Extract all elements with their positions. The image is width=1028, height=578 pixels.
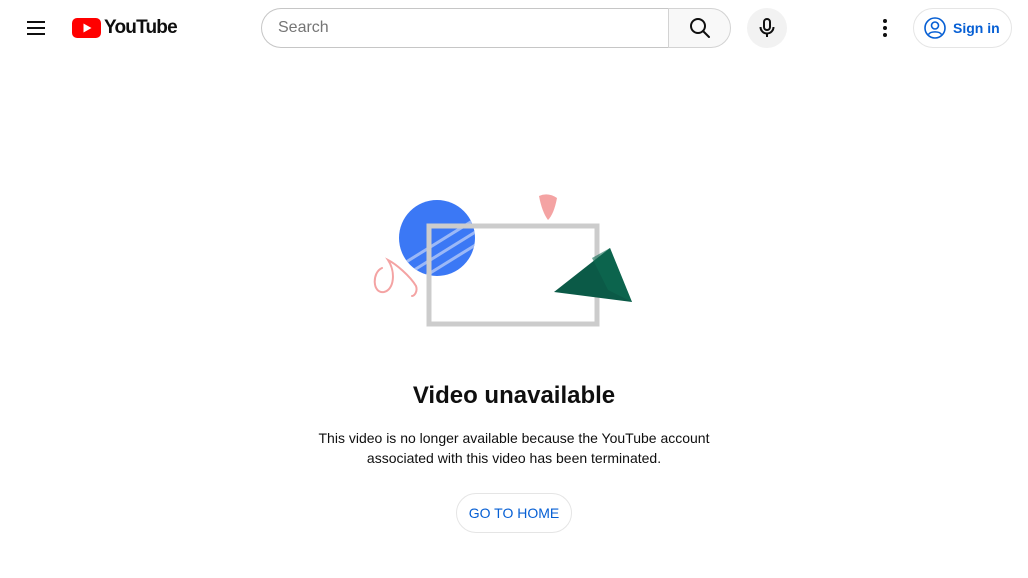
sign-in-label: Sign in bbox=[953, 20, 1000, 36]
go-to-home-button[interactable]: GO TO HOME bbox=[456, 493, 572, 533]
search-box bbox=[261, 8, 731, 48]
search-input[interactable] bbox=[261, 8, 668, 48]
error-title: Video unavailable bbox=[412, 382, 616, 409]
vertical-dots-icon bbox=[883, 19, 887, 37]
video-unavailable-illustration bbox=[373, 194, 632, 327]
sign-in-button[interactable]: Sign in bbox=[913, 8, 1012, 48]
guide-menu-button[interactable] bbox=[16, 8, 56, 48]
search-icon bbox=[689, 18, 710, 38]
microphone-icon bbox=[759, 18, 775, 37]
account-circle-icon bbox=[924, 17, 946, 39]
settings-more-button[interactable] bbox=[865, 8, 905, 48]
logo-wordmark: YouTube bbox=[104, 17, 178, 38]
top-bar: YouTube Sign in bbox=[0, 0, 1028, 56]
youtube-logo[interactable]: YouTube bbox=[72, 17, 178, 39]
hamburger-menu-icon bbox=[27, 21, 45, 35]
voice-search-button[interactable] bbox=[747, 8, 787, 48]
search-button[interactable] bbox=[668, 8, 731, 48]
youtube-play-icon bbox=[72, 18, 101, 38]
error-message: This video is no longer available becaus… bbox=[318, 430, 710, 466]
